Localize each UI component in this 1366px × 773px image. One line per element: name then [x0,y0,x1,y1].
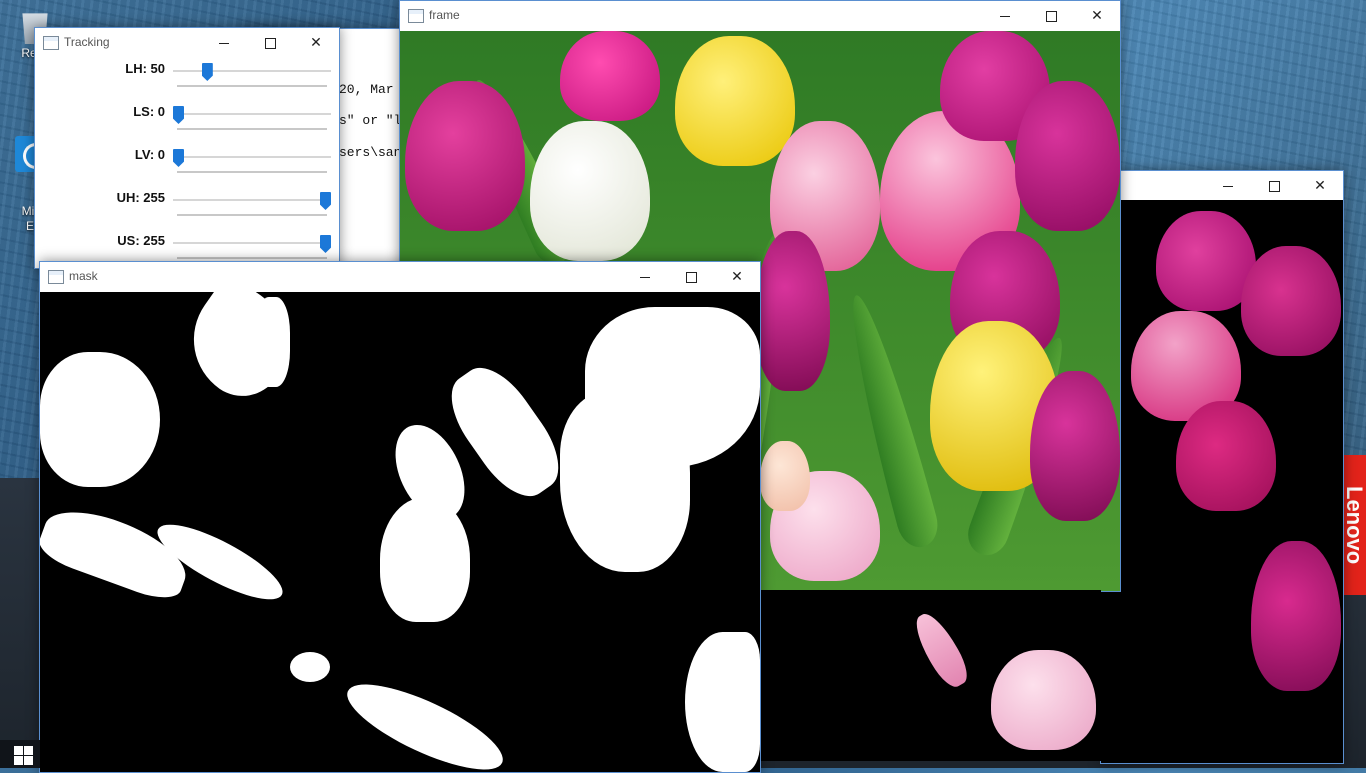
maximize-button[interactable] [1251,171,1297,200]
trackbar-thumb[interactable] [173,149,184,167]
maximize-icon [1045,10,1057,22]
trackbar-thumb[interactable] [320,235,331,253]
trackbar-thumb[interactable] [201,63,213,81]
lenovo-badge: Lenovo [1342,455,1366,595]
result-titlebar[interactable]: ✕ [1101,171,1343,200]
close-icon: ✕ [310,34,322,50]
maximize-icon [1268,180,1280,192]
windows-logo-icon [14,746,23,755]
trackbar-track[interactable] [173,113,331,115]
app-icon [408,9,424,23]
maximize-button[interactable] [1028,1,1074,30]
minimize-button[interactable] [201,28,247,57]
maximize-button[interactable] [247,28,293,57]
trackbar-track[interactable] [173,242,331,244]
app-icon [43,36,59,50]
minimize-button[interactable] [622,262,668,291]
trackbar-scale [177,214,327,216]
close-icon: ✕ [731,268,743,284]
minimize-button[interactable] [1205,171,1251,200]
trackbar-label: US: 255 [117,233,165,248]
minimize-icon [219,42,229,44]
close-button[interactable]: ✕ [714,262,760,291]
trackbar-label: LV: 0 [134,147,165,162]
mask-image [40,292,760,772]
trackbar-row: LV: 0 [35,147,337,190]
minimize-button[interactable] [982,1,1028,30]
window-title: Tracking [64,35,110,49]
taskbar [0,740,40,768]
close-icon: ✕ [1314,177,1326,193]
close-button[interactable]: ✕ [293,28,339,57]
trackbar-scale [177,257,327,259]
trackbar-label: LS: 0 [133,104,165,119]
close-button[interactable]: ✕ [1074,1,1120,30]
console-line-3: sers\san [339,145,402,160]
trackbar-row: LS: 0 [35,104,337,147]
app-icon [48,270,64,284]
trackbar-scale [177,85,327,87]
tracking-titlebar[interactable]: Tracking ✕ [35,28,339,57]
result-image-lower [761,590,1101,761]
trackbar-row: UH: 255 [35,190,337,233]
tracking-window[interactable]: Tracking ✕ LH: 50 LS: 0 LV: 0 UH: 255 US: 25… [34,27,340,269]
maximize-button[interactable] [668,262,714,291]
maximize-icon [264,37,276,49]
console-line-2: s" or "l [339,113,402,128]
minimize-icon [1223,185,1233,187]
trackbar-label: UH: 255 [116,190,165,205]
frame-titlebar[interactable]: frame ✕ [400,1,1120,30]
trackbar-thumb[interactable] [320,192,331,210]
mask-titlebar[interactable]: mask ✕ [40,262,760,291]
trackbar-label: LH: 50 [125,61,165,76]
trackbar-list: LH: 50 LS: 0 LV: 0 UH: 255 US: 255 [35,61,339,268]
trackbar-row: LH: 50 [35,61,337,104]
result-image [1101,201,1343,763]
console-line-1: 20, Mar [339,82,394,97]
trackbar-thumb[interactable] [173,106,184,124]
minimize-icon [640,276,650,278]
mask-window[interactable]: mask ✕ [39,261,761,773]
window-title: mask [69,269,98,283]
trackbar-scale [177,171,327,173]
trackbar-track[interactable] [173,156,331,158]
close-button[interactable]: ✕ [1297,171,1343,200]
trackbar-track[interactable] [173,199,331,201]
window-title: frame [429,8,460,22]
maximize-icon [685,271,697,283]
trackbar-scale [177,128,327,130]
close-icon: ✕ [1091,7,1103,23]
trackbar-track[interactable] [173,70,331,72]
minimize-icon [1000,15,1010,17]
result-window[interactable]: ✕ [1100,170,1344,764]
start-button[interactable] [14,746,34,766]
